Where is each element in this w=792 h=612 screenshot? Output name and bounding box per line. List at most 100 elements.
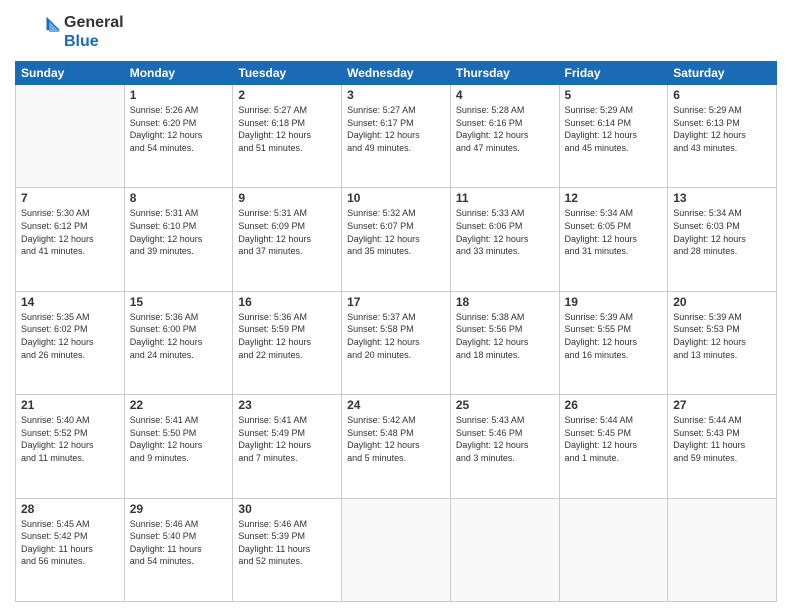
day-number: 6 (673, 88, 771, 102)
day-number: 29 (130, 502, 228, 516)
calendar-cell: 14 Sunrise: 5:35 AM Sunset: 6:02 PM Dayli… (16, 291, 125, 394)
calendar-cell (342, 498, 451, 601)
calendar-weekday-thursday: Thursday (450, 62, 559, 85)
day-info: Sunrise: 5:41 AM Sunset: 5:49 PM Dayligh… (238, 414, 336, 464)
calendar-cell: 27Sunrise: 5:44 AM Sunset: 5:43 PM Dayli… (668, 395, 777, 498)
calendar-cell (559, 498, 668, 601)
day-info: Sunrise: 5:39 AM Sunset: 5:55 PM Dayligh… (565, 311, 663, 361)
day-number: 26 (565, 398, 663, 412)
day-number: 28 (21, 502, 119, 516)
day-info: Sunrise: 5:39 AM Sunset: 5:53 PM Dayligh… (673, 311, 771, 361)
day-number: 19 (565, 295, 663, 309)
calendar-cell: 28Sunrise: 5:45 AM Sunset: 5:42 PM Dayli… (16, 498, 125, 601)
day-number: 21 (21, 398, 119, 412)
day-info: Sunrise: 5:36 AM Sunset: 5:59 PM Dayligh… (238, 311, 336, 361)
day-info: Sunrise: 5:31 AM Sunset: 6:10 PM Dayligh… (130, 207, 228, 257)
calendar-cell: 17 Sunrise: 5:37 AM Sunset: 5:58 PM Dayli… (342, 291, 451, 394)
day-info: Sunrise: 5:46 AM Sunset: 5:40 PM Dayligh… (130, 518, 228, 568)
day-number: 14 (21, 295, 119, 309)
calendar-cell (668, 498, 777, 601)
day-info: Sunrise: 5:31 AM Sunset: 6:09 PM Dayligh… (238, 207, 336, 257)
day-number: 1 (130, 88, 228, 102)
calendar-weekday-sunday: Sunday (16, 62, 125, 85)
day-info: Sunrise: 5:30 AM Sunset: 6:12 PM Dayligh… (21, 207, 119, 257)
calendar-cell: 20Sunrise: 5:39 AM Sunset: 5:53 PM Dayli… (668, 291, 777, 394)
calendar-cell: 2 Sunrise: 5:27 AM Sunset: 6:18 PM Daylig… (233, 85, 342, 188)
day-info: Sunrise: 5:33 AM Sunset: 6:06 PM Dayligh… (456, 207, 554, 257)
calendar-weekday-monday: Monday (124, 62, 233, 85)
calendar-cell: 8Sunrise: 5:31 AM Sunset: 6:10 PM Daylig… (124, 188, 233, 291)
calendar-cell: 15Sunrise: 5:36 AM Sunset: 6:00 PM Dayli… (124, 291, 233, 394)
calendar-weekday-saturday: Saturday (668, 62, 777, 85)
day-number: 30 (238, 502, 336, 516)
logo-general: General (64, 14, 124, 32)
header: GeneralBlue (15, 10, 777, 55)
day-info: Sunrise: 5:26 AM Sunset: 6:20 PM Dayligh… (130, 104, 228, 154)
day-info: Sunrise: 5:27 AM Sunset: 6:17 PM Dayligh… (347, 104, 445, 154)
day-number: 13 (673, 191, 771, 205)
calendar-cell: 29 Sunrise: 5:46 AM Sunset: 5:40 PM Dayli… (124, 498, 233, 601)
logo-blue: Blue (64, 33, 124, 51)
day-info: Sunrise: 5:29 AM Sunset: 6:13 PM Dayligh… (673, 104, 771, 154)
calendar-cell (16, 85, 125, 188)
day-info: Sunrise: 5:44 AM Sunset: 5:45 PM Dayligh… (565, 414, 663, 464)
day-info: Sunrise: 5:37 AM Sunset: 5:58 PM Dayligh… (347, 311, 445, 361)
calendar-cell: 10 Sunrise: 5:32 AM Sunset: 6:07 PM Dayli… (342, 188, 451, 291)
calendar-week-1: 1 Sunrise: 5:26 AM Sunset: 6:20 PM Daylig… (16, 85, 777, 188)
day-info: Sunrise: 5:36 AM Sunset: 6:00 PM Dayligh… (130, 311, 228, 361)
day-info: Sunrise: 5:35 AM Sunset: 6:02 PM Dayligh… (21, 311, 119, 361)
calendar-header-row: SundayMondayTuesdayWednesdayThursdayFrid… (16, 62, 777, 85)
day-number: 27 (673, 398, 771, 412)
day-info: Sunrise: 5:27 AM Sunset: 6:18 PM Dayligh… (238, 104, 336, 154)
calendar-week-2: 7 Sunrise: 5:30 AM Sunset: 6:12 PM Daylig… (16, 188, 777, 291)
logo-text: GeneralBlue (64, 14, 124, 51)
calendar-weekday-wednesday: Wednesday (342, 62, 451, 85)
logo: GeneralBlue (15, 10, 124, 55)
day-number: 24 (347, 398, 445, 412)
calendar-cell: 7 Sunrise: 5:30 AM Sunset: 6:12 PM Daylig… (16, 188, 125, 291)
calendar-cell: 30Sunrise: 5:46 AM Sunset: 5:39 PM Dayli… (233, 498, 342, 601)
calendar-cell: 5 Sunrise: 5:29 AM Sunset: 6:14 PM Daylig… (559, 85, 668, 188)
calendar-cell: 24 Sunrise: 5:42 AM Sunset: 5:48 PM Dayli… (342, 395, 451, 498)
day-number: 22 (130, 398, 228, 412)
calendar-cell: 21 Sunrise: 5:40 AM Sunset: 5:52 PM Dayli… (16, 395, 125, 498)
day-info: Sunrise: 5:42 AM Sunset: 5:48 PM Dayligh… (347, 414, 445, 464)
day-number: 5 (565, 88, 663, 102)
day-number: 9 (238, 191, 336, 205)
day-number: 16 (238, 295, 336, 309)
day-info: Sunrise: 5:40 AM Sunset: 5:52 PM Dayligh… (21, 414, 119, 464)
calendar-week-3: 14 Sunrise: 5:35 AM Sunset: 6:02 PM Dayli… (16, 291, 777, 394)
day-number: 7 (21, 191, 119, 205)
day-info: Sunrise: 5:38 AM Sunset: 5:56 PM Dayligh… (456, 311, 554, 361)
calendar-cell: 6 Sunrise: 5:29 AM Sunset: 6:13 PM Daylig… (668, 85, 777, 188)
day-info: Sunrise: 5:29 AM Sunset: 6:14 PM Dayligh… (565, 104, 663, 154)
calendar-cell: 22 Sunrise: 5:41 AM Sunset: 5:50 PM Dayli… (124, 395, 233, 498)
calendar-cell: 3Sunrise: 5:27 AM Sunset: 6:17 PM Daylig… (342, 85, 451, 188)
page: GeneralBlue SundayMondayTuesdayWednesday… (0, 0, 792, 612)
day-number: 2 (238, 88, 336, 102)
calendar-week-5: 28Sunrise: 5:45 AM Sunset: 5:42 PM Dayli… (16, 498, 777, 601)
day-info: Sunrise: 5:34 AM Sunset: 6:03 PM Dayligh… (673, 207, 771, 257)
calendar-cell: 4Sunrise: 5:28 AM Sunset: 6:16 PM Daylig… (450, 85, 559, 188)
day-info: Sunrise: 5:32 AM Sunset: 6:07 PM Dayligh… (347, 207, 445, 257)
day-info: Sunrise: 5:28 AM Sunset: 6:16 PM Dayligh… (456, 104, 554, 154)
day-info: Sunrise: 5:41 AM Sunset: 5:50 PM Dayligh… (130, 414, 228, 464)
calendar-week-4: 21 Sunrise: 5:40 AM Sunset: 5:52 PM Dayli… (16, 395, 777, 498)
calendar-cell: 18Sunrise: 5:38 AM Sunset: 5:56 PM Dayli… (450, 291, 559, 394)
calendar-cell: 26 Sunrise: 5:44 AM Sunset: 5:45 PM Dayli… (559, 395, 668, 498)
calendar-body: 1 Sunrise: 5:26 AM Sunset: 6:20 PM Daylig… (16, 85, 777, 602)
calendar-weekday-tuesday: Tuesday (233, 62, 342, 85)
day-info: Sunrise: 5:43 AM Sunset: 5:46 PM Dayligh… (456, 414, 554, 464)
logo-svg (15, 10, 60, 55)
calendar-cell: 11Sunrise: 5:33 AM Sunset: 6:06 PM Dayli… (450, 188, 559, 291)
calendar-table: SundayMondayTuesdayWednesdayThursdayFrid… (15, 61, 777, 602)
day-number: 17 (347, 295, 445, 309)
calendar-cell: 13 Sunrise: 5:34 AM Sunset: 6:03 PM Dayli… (668, 188, 777, 291)
calendar-cell: 12Sunrise: 5:34 AM Sunset: 6:05 PM Dayli… (559, 188, 668, 291)
calendar-cell: 16 Sunrise: 5:36 AM Sunset: 5:59 PM Dayli… (233, 291, 342, 394)
day-number: 23 (238, 398, 336, 412)
calendar-cell: 25 Sunrise: 5:43 AM Sunset: 5:46 PM Dayli… (450, 395, 559, 498)
day-number: 10 (347, 191, 445, 205)
calendar-weekday-friday: Friday (559, 62, 668, 85)
day-number: 25 (456, 398, 554, 412)
